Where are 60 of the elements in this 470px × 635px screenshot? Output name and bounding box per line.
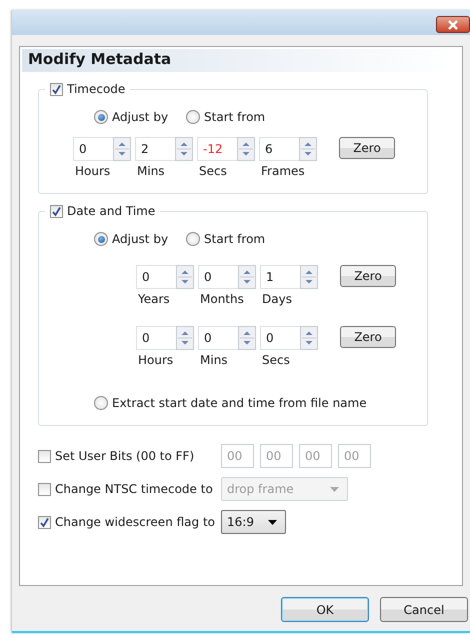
zero-button[interactable]: Zero — [339, 137, 395, 159]
number-field[interactable]: 0 — [198, 326, 238, 350]
checkbox-label: Timecode — [67, 82, 126, 96]
checkbox-label: Change NTSC timecode to — [55, 482, 213, 496]
spin-button[interactable] — [299, 137, 317, 161]
spin-button[interactable] — [175, 137, 193, 161]
zero-button[interactable]: Zero — [340, 326, 396, 348]
spin-button[interactable] — [113, 137, 131, 161]
checkbox[interactable] — [38, 450, 51, 462]
checkbox[interactable] — [38, 482, 51, 496]
checkbox-label: Date and Time — [67, 204, 156, 218]
field-label: Hours — [74, 164, 112, 178]
checkbox-label: Set User Bits (00 to FF) — [55, 449, 194, 463]
number-field[interactable]: 2 — [135, 137, 175, 161]
field-label: Frames — [260, 164, 306, 178]
close-button[interactable] — [436, 16, 470, 33]
checkbox-label: Change widescreen flag to — [55, 515, 216, 529]
spin-button[interactable] — [237, 137, 255, 161]
radio-label: Adjust by — [112, 232, 168, 246]
number-field[interactable]: 0 — [73, 137, 113, 161]
spin-button[interactable] — [176, 265, 194, 289]
number-field[interactable]: 6 — [259, 137, 299, 161]
number-field[interactable]: 0 — [136, 326, 176, 350]
field-label: Mins — [136, 164, 166, 178]
field-label: Secs — [198, 164, 228, 178]
spin-button[interactable] — [238, 265, 256, 289]
radio-button[interactable] — [186, 110, 200, 124]
field-label: Hours — [137, 353, 174, 367]
field-label: Secs — [261, 353, 291, 367]
spin-button[interactable] — [238, 326, 256, 350]
field-label: Days — [261, 292, 293, 306]
number-field[interactable]: 0 — [136, 265, 176, 289]
field-label: Months — [199, 292, 245, 306]
number-field[interactable]: 1 — [260, 265, 300, 289]
radio-label: Start from — [204, 110, 266, 124]
checkbox[interactable] — [50, 82, 63, 96]
radio-button[interactable] — [94, 232, 108, 246]
spin-button[interactable] — [176, 326, 194, 350]
ok-button[interactable]: OK — [281, 597, 369, 622]
spin-button[interactable] — [300, 265, 318, 289]
radio-button[interactable] — [94, 110, 108, 124]
field-label: Mins — [199, 353, 229, 367]
spin-button[interactable] — [300, 326, 318, 350]
caret-icon — [330, 486, 339, 492]
field-label: Years — [137, 292, 171, 306]
number-field[interactable]: 0 — [260, 326, 300, 350]
radio-label: Adjust by — [112, 110, 168, 124]
number-field[interactable]: 0 — [198, 265, 238, 289]
zero-button[interactable]: Zero — [340, 265, 396, 287]
radio-button[interactable] — [94, 396, 108, 410]
cancel-button[interactable]: Cancel — [380, 597, 468, 622]
radio-label: Start from — [204, 232, 266, 246]
close-icon — [446, 20, 460, 30]
caret-icon — [268, 520, 277, 524]
radio-button[interactable] — [186, 232, 200, 246]
radio-label: Extract start date and time from file name — [112, 396, 367, 410]
number-field[interactable]: -12 — [197, 137, 237, 161]
checkbox[interactable] — [38, 516, 51, 528]
dropdown[interactable]: 16:9 — [221, 510, 286, 534]
checkbox[interactable] — [50, 204, 63, 218]
